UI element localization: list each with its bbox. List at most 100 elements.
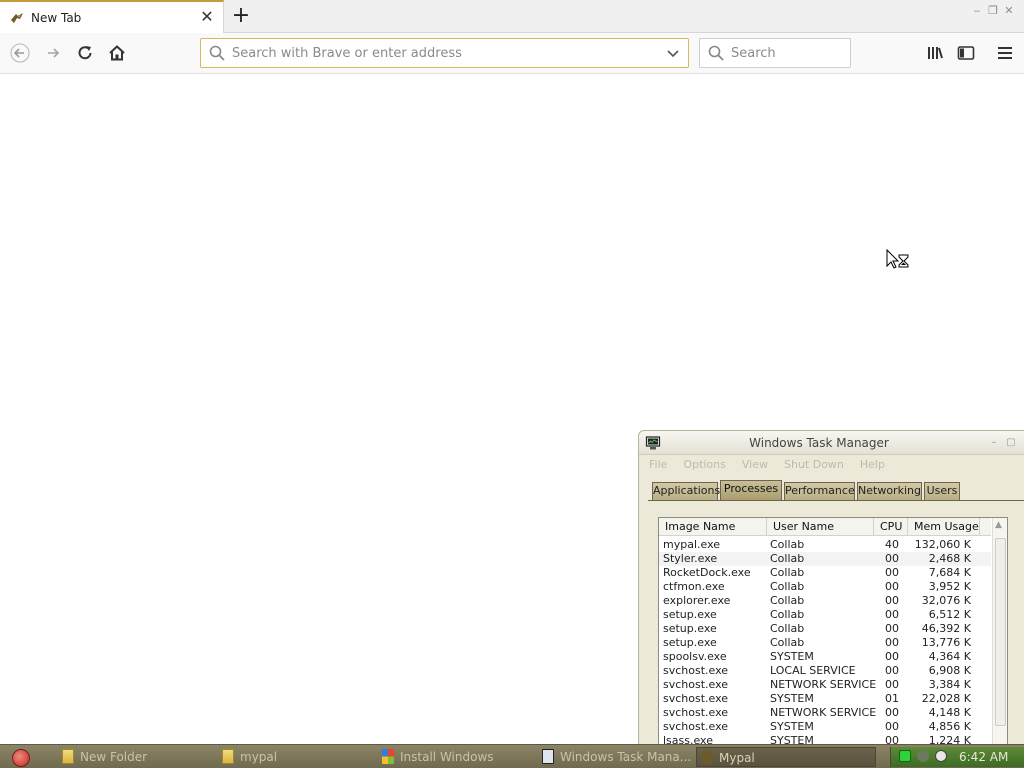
process-name: setup.exe xyxy=(663,622,717,635)
new-tab-button[interactable]: + xyxy=(229,3,253,29)
sidebar-toggle-button[interactable] xyxy=(951,38,981,68)
process-name: explorer.exe xyxy=(663,594,731,607)
process-row[interactable]: RocketDock.exe Collab 00 7,684 K xyxy=(659,566,991,580)
process-cpu: 01 xyxy=(885,692,899,705)
menu-item-view[interactable]: View xyxy=(742,456,768,474)
process-user: Collab xyxy=(770,552,805,565)
process-list-scrollbar[interactable]: ▲ xyxy=(992,518,1007,746)
main-menu-button[interactable] xyxy=(990,38,1020,68)
task-manager-title: Windows Task Manager xyxy=(749,436,889,450)
scrollbar-thumb[interactable] xyxy=(995,538,1006,726)
search-icon xyxy=(209,45,225,61)
process-cpu: 00 xyxy=(885,636,899,649)
menu-item-file[interactable]: File xyxy=(649,456,667,474)
maximize-icon[interactable]: ▢ xyxy=(1005,437,1017,449)
process-row[interactable]: svchost.exe LOCAL SERVICE 00 6,908 K xyxy=(659,664,991,678)
process-row[interactable]: svchost.exe NETWORK SERVICE 00 3,384 K xyxy=(659,678,991,692)
taskbar-item-windows-task-mana[interactable]: Windows Task Mana... xyxy=(538,747,692,767)
column-header-cpu[interactable]: CPU xyxy=(874,518,908,536)
process-row[interactable]: svchost.exe SYSTEM 00 4,856 K xyxy=(659,720,991,734)
taskbar-clock[interactable]: 6:42 AM xyxy=(959,747,1008,767)
taskbar-item-install-windows[interactable]: Install Windows xyxy=(378,747,528,767)
arrow-left-icon xyxy=(10,43,30,63)
process-user: Collab xyxy=(770,566,805,579)
task-manager-icon xyxy=(645,436,661,450)
tab-performance[interactable]: Performance xyxy=(784,482,855,500)
tab-applications[interactable]: Applications xyxy=(652,482,720,500)
process-name: setup.exe xyxy=(663,636,717,649)
process-user: SYSTEM xyxy=(770,720,814,733)
search-bar[interactable] xyxy=(699,38,851,68)
process-name: svchost.exe xyxy=(663,664,729,677)
chevron-down-icon[interactable] xyxy=(665,45,681,61)
start-button[interactable] xyxy=(12,749,30,767)
home-button[interactable] xyxy=(102,38,132,68)
back-button[interactable] xyxy=(5,38,35,68)
process-row[interactable]: setup.exe Collab 00 46,392 K xyxy=(659,622,991,636)
minimize-icon[interactable]: – xyxy=(988,437,1000,449)
restore-icon[interactable]: ❐ xyxy=(986,4,1000,18)
tab-networking[interactable]: Networking xyxy=(857,482,922,500)
process-list[interactable]: Image Name User Name CPU Mem Usage mypal… xyxy=(658,517,1008,747)
navigation-bar xyxy=(0,33,1024,74)
menu-item-help[interactable]: Help xyxy=(860,456,885,474)
process-cpu: 40 xyxy=(885,538,899,551)
process-mem-usage: 3,384 K xyxy=(928,678,971,691)
process-mem-usage: 6,512 K xyxy=(928,608,971,621)
process-name: setup.exe xyxy=(663,608,717,621)
taskbar-item-label: Install Windows xyxy=(400,750,494,764)
tab-new-tab[interactable]: New Tab ✕ xyxy=(0,0,224,34)
window-controls: ‒ ❐ ✕ xyxy=(970,3,1024,21)
forward-button[interactable] xyxy=(38,38,68,68)
close-icon[interactable]: ✕ xyxy=(1002,4,1016,18)
taskbar-item-new-folder[interactable]: New Folder xyxy=(58,747,208,767)
process-name: svchost.exe xyxy=(663,706,729,719)
process-name: svchost.exe xyxy=(663,678,729,691)
taskbar-item-label: Windows Task Mana... xyxy=(560,750,692,764)
scroll-up-icon[interactable]: ▲ xyxy=(995,520,1002,530)
process-row[interactable]: setup.exe Collab 00 6,512 K xyxy=(659,608,991,622)
process-user: Collab xyxy=(770,622,805,635)
process-name: mypal.exe xyxy=(663,538,721,551)
process-row[interactable]: mypal.exe Collab 40 132,060 K xyxy=(659,538,991,552)
column-header-mem-usage[interactable]: Mem Usage xyxy=(908,518,980,536)
process-mem-usage: 4,364 K xyxy=(928,650,971,663)
process-user: SYSTEM xyxy=(770,692,814,705)
process-cpu: 00 xyxy=(885,720,899,733)
process-name: RocketDock.exe xyxy=(663,566,751,579)
column-header-user-name[interactable]: User Name xyxy=(767,518,874,536)
arrow-right-icon xyxy=(48,48,60,58)
process-row[interactable]: ctfmon.exe Collab 00 3,952 K xyxy=(659,580,991,594)
sync-tray-icon[interactable] xyxy=(917,750,929,762)
tab-close-icon[interactable]: ✕ xyxy=(199,7,215,27)
volume-tray-icon[interactable] xyxy=(935,750,947,762)
tab-users[interactable]: Users xyxy=(924,482,960,500)
task-manager-titlebar[interactable]: Windows Task Manager – ▢ xyxy=(639,431,1024,455)
address-bar[interactable] xyxy=(200,38,689,68)
system-tray: 6:42 AM xyxy=(890,747,1024,767)
library-button[interactable] xyxy=(920,38,950,68)
taskbar-item-mypal[interactable]: Mypal xyxy=(696,747,876,767)
process-row[interactable]: Styler.exe Collab 00 2,468 K xyxy=(659,552,991,566)
process-row[interactable]: svchost.exe NETWORK SERVICE 00 4,148 K xyxy=(659,706,991,720)
process-row[interactable]: spoolsv.exe SYSTEM 00 4,364 K xyxy=(659,650,991,664)
tab-processes[interactable]: Processes xyxy=(720,480,782,501)
column-header-image-name[interactable]: Image Name xyxy=(659,518,767,536)
process-cpu: 00 xyxy=(885,594,899,607)
process-mem-usage: 13,776 K xyxy=(921,636,971,649)
reload-button[interactable] xyxy=(70,38,100,68)
home-icon xyxy=(109,45,125,61)
process-row[interactable]: setup.exe Collab 00 13,776 K xyxy=(659,636,991,650)
network-tray-icon[interactable] xyxy=(899,750,911,762)
address-input[interactable] xyxy=(232,39,652,67)
taskbar-item-mypal[interactable]: mypal xyxy=(218,747,368,767)
process-mem-usage: 6,908 K xyxy=(928,664,971,677)
menu-item-shut-down[interactable]: Shut Down xyxy=(784,456,844,474)
process-name: svchost.exe xyxy=(663,692,729,705)
process-row[interactable]: svchost.exe SYSTEM 01 22,028 K xyxy=(659,692,991,706)
menu-item-options[interactable]: Options xyxy=(683,456,725,474)
minimize-icon[interactable]: ‒ xyxy=(970,4,984,18)
search-input[interactable] xyxy=(731,39,841,67)
process-row[interactable]: explorer.exe Collab 00 32,076 K xyxy=(659,594,991,608)
process-mem-usage: 3,952 K xyxy=(928,580,971,593)
